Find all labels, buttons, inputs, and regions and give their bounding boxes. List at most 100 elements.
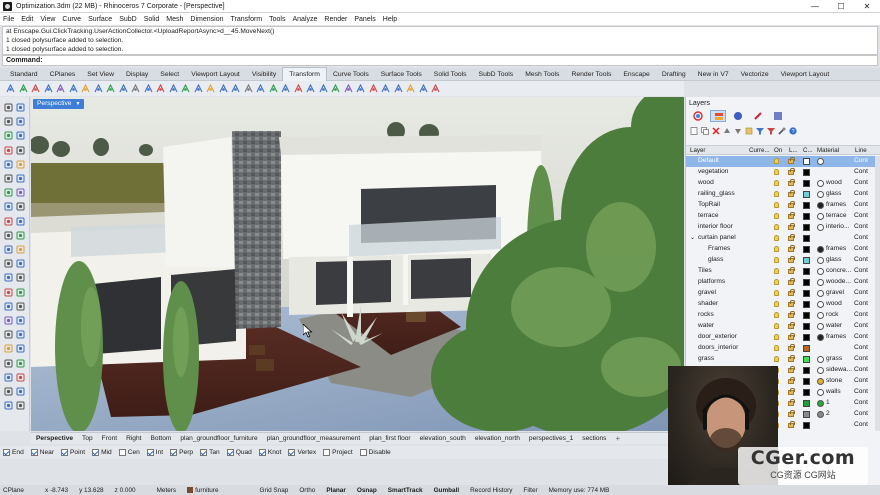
lightbulb-icon[interactable] — [774, 257, 779, 263]
lightbulb-icon[interactable] — [774, 301, 779, 307]
viewport-tab-bottom[interactable]: Bottom — [150, 435, 171, 442]
transform-tool-icon[interactable] — [244, 83, 253, 93]
toolbar-tab-new-in-v7[interactable]: New in V7 — [692, 68, 735, 81]
left-tool-icon[interactable] — [16, 146, 25, 155]
layer-row[interactable]: interior floor interio... Cont — [686, 222, 880, 233]
viewport-tab-plan-groundfloor-furniture[interactable]: plan_groundfloor_furniture — [180, 435, 257, 442]
toolbar-tab-render-tools[interactable]: Render Tools — [565, 68, 617, 81]
linetype-name[interactable]: Cont — [854, 366, 868, 373]
toolbar-tab-transform[interactable]: Transform — [282, 67, 327, 81]
osnap-tan[interactable]: Tan — [200, 449, 220, 456]
layer-color-swatch[interactable] — [803, 323, 810, 330]
transform-tool-icon[interactable] — [181, 83, 190, 93]
osnap-disable[interactable]: Disable — [359, 449, 391, 456]
linetype-name[interactable]: Cont — [854, 344, 868, 351]
material-name[interactable]: stone — [826, 377, 854, 384]
transform-tool-icon[interactable] — [406, 83, 415, 93]
material-name[interactable]: glass — [826, 190, 854, 197]
transform-tool-icon[interactable] — [269, 83, 278, 93]
menu-item-solid[interactable]: Solid — [144, 16, 160, 23]
left-tool-icon[interactable] — [16, 231, 25, 240]
lock-icon[interactable] — [788, 267, 795, 274]
transform-tool-icon[interactable] — [356, 83, 365, 93]
col-lock[interactable]: L... — [789, 147, 798, 154]
lightbulb-icon[interactable] — [774, 323, 779, 329]
left-tool-icon[interactable] — [4, 245, 13, 254]
layer-color-swatch[interactable] — [803, 312, 810, 319]
status-toggle-osnap[interactable]: Osnap — [357, 487, 377, 494]
left-tool-icon[interactable] — [16, 359, 25, 368]
osnap-mid[interactable]: Mid — [92, 449, 112, 456]
linetype-name[interactable]: Cont — [854, 223, 868, 230]
layer-color-swatch[interactable] — [803, 235, 810, 242]
left-tool-icon[interactable] — [4, 302, 13, 311]
layer-color-swatch[interactable] — [803, 191, 810, 198]
viewport-title-button[interactable]: Perspective ▼ — [33, 99, 85, 109]
lock-icon[interactable] — [788, 322, 795, 329]
layer-row[interactable]: doors_interior Cont — [686, 343, 880, 354]
linetype-name[interactable]: Cont — [854, 421, 868, 428]
layer-row[interactable]: terrace terrace Cont — [686, 211, 880, 222]
layer-color-swatch[interactable] — [803, 389, 810, 396]
left-tool-icon[interactable] — [16, 245, 25, 254]
layer-color-swatch[interactable] — [803, 279, 810, 286]
layer-row[interactable]: Default Cont — [686, 156, 880, 167]
toolbar-tab-cplanes[interactable]: CPlanes — [44, 68, 82, 81]
toolbar-tab-standard[interactable]: Standard — [4, 68, 44, 81]
col-color[interactable]: C... — [803, 147, 813, 154]
material-name[interactable]: walls — [826, 388, 854, 395]
checkbox[interactable] — [92, 449, 100, 456]
transform-tool-icon[interactable] — [169, 83, 178, 93]
left-tool-icon[interactable] — [16, 217, 25, 226]
transform-tool-icon[interactable] — [94, 83, 103, 93]
status-toggle-smarttrack[interactable]: SmartTrack — [388, 487, 423, 494]
transform-tool-icon[interactable] — [369, 83, 378, 93]
linetype-name[interactable]: Cont — [854, 399, 868, 406]
left-tool-icon[interactable] — [4, 401, 13, 410]
transform-tool-icon[interactable] — [156, 83, 165, 93]
viewport-tab-top[interactable]: Top — [82, 435, 93, 442]
linetype-name[interactable]: Cont — [854, 410, 868, 417]
linetype-name[interactable]: Cont — [854, 157, 868, 164]
toolbar-tab-vectorize[interactable]: Vectorize — [735, 68, 775, 81]
layer-color-swatch[interactable] — [803, 334, 810, 341]
move-up-icon[interactable] — [723, 127, 731, 135]
linetype-name[interactable]: Cont — [854, 190, 868, 197]
layer-row[interactable]: Frames frames Cont — [686, 244, 880, 255]
toolbar-tab-subd-tools[interactable]: SubD Tools — [473, 68, 520, 81]
lock-icon[interactable] — [788, 366, 795, 373]
lightbulb-icon[interactable] — [774, 158, 779, 164]
material-name[interactable]: concre... — [826, 267, 854, 274]
layer-row[interactable]: grass grass Cont — [686, 354, 880, 365]
viewport-tab-right[interactable]: Right — [126, 435, 141, 442]
materials-tab-icon[interactable] — [730, 110, 746, 122]
transform-tool-icon[interactable] — [81, 83, 90, 93]
left-tool-icon[interactable] — [4, 231, 13, 240]
left-tool-icon[interactable] — [16, 174, 25, 183]
lock-icon[interactable] — [788, 278, 795, 285]
transform-tool-icon[interactable] — [231, 83, 240, 93]
lightbulb-icon[interactable] — [774, 279, 779, 285]
viewport-tab-front[interactable]: Front — [102, 435, 117, 442]
left-tool-icon[interactable] — [16, 160, 25, 169]
lightbulb-icon[interactable] — [774, 345, 779, 351]
transform-tool-icon[interactable] — [6, 83, 15, 93]
left-tool-icon[interactable] — [16, 344, 25, 353]
lock-icon[interactable] — [788, 388, 795, 395]
lock-icon[interactable] — [788, 179, 795, 186]
layer-color-swatch[interactable] — [803, 378, 810, 385]
material-name[interactable]: frames — [826, 333, 854, 340]
transform-tool-icon[interactable] — [294, 83, 303, 93]
toolbar-tab-drafting[interactable]: Drafting — [656, 68, 692, 81]
material-name[interactable]: terrace — [826, 212, 854, 219]
left-tool-icon[interactable] — [16, 302, 25, 311]
toolbar-tab-visibility[interactable]: Visibility — [246, 68, 282, 81]
transform-tool-icon[interactable] — [219, 83, 228, 93]
status-toggle-filter[interactable]: Filter — [523, 487, 537, 494]
menu-item-render[interactable]: Render — [324, 16, 347, 23]
material-name[interactable]: gravel — [826, 289, 854, 296]
linetype-name[interactable]: Cont — [854, 201, 868, 208]
layer-row[interactable]: platforms woode... Cont — [686, 277, 880, 288]
transform-tool-icon[interactable] — [194, 83, 203, 93]
units-label[interactable]: Meters — [157, 487, 177, 494]
